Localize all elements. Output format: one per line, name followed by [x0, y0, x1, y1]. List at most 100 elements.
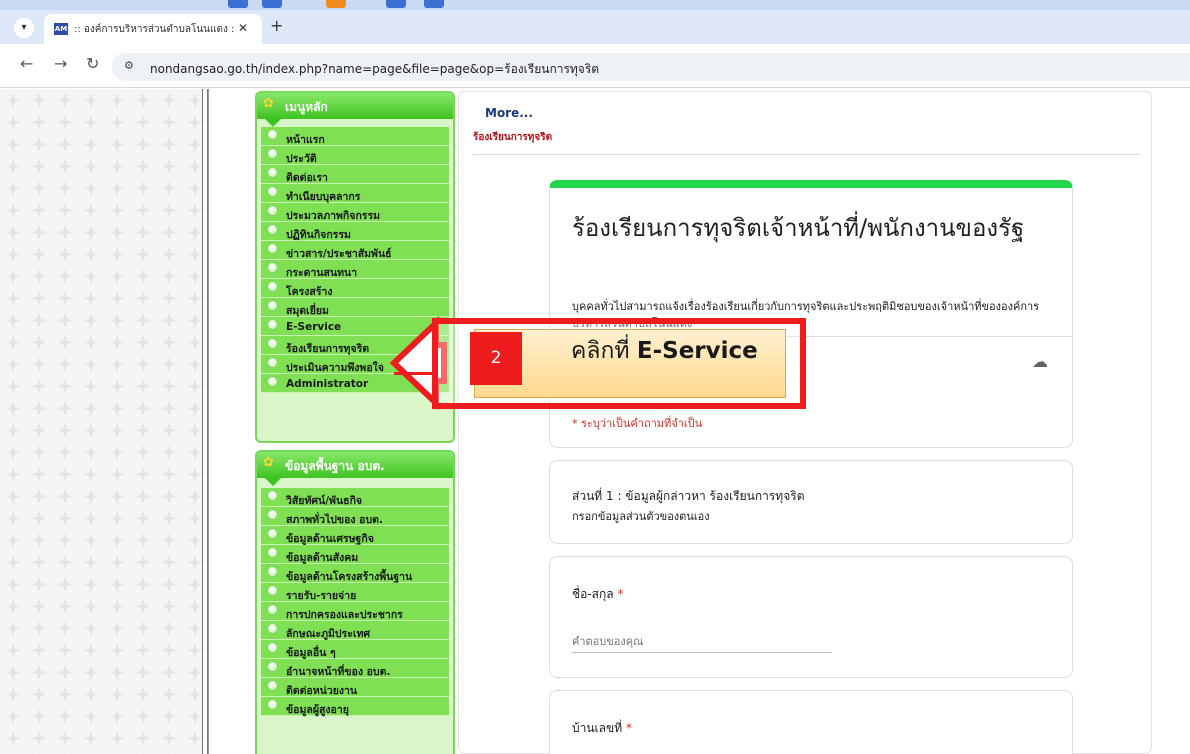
address-bar: ← → ↻ ⚙ nondangsao.go.th/index.php?name=…	[0, 44, 1190, 88]
menu-item[interactable]: ลักษณะภูมิประเทศ	[261, 621, 449, 640]
bullet-icon	[267, 585, 278, 596]
bullet-icon	[267, 167, 278, 178]
bullet-icon	[267, 319, 278, 330]
menu-item[interactable]: ประวัติ	[261, 146, 449, 165]
question-text: ชื่อ-สกุล	[572, 587, 614, 601]
web-page: ✿ เมนูหลัก หน้าแรก ประวัติ ติดต่อเรา ทำเนีย…	[0, 89, 1190, 754]
section-title: ส่วนที่ 1 : ข้อมูลผู้กล่าวหา ร้องเรียนกา…	[572, 489, 805, 503]
menu-item[interactable]: โครงสร้าง	[261, 279, 449, 298]
menu-item[interactable]: อำนาจหน้าที่ของ อบต.	[261, 659, 449, 678]
menu-item[interactable]: ข้อมูลอื่น ๆ	[261, 640, 449, 659]
question-text: บ้านเลขที่	[572, 721, 623, 735]
info-menu-title: ข้อมูลพื้นฐาน อบต.	[285, 459, 385, 473]
menu-item-label: Administrator	[286, 378, 369, 390]
bullet-icon	[267, 509, 278, 520]
section-card: ส่วนที่ 1 : ข้อมูลผู้กล่าวหา ร้องเรียนกา…	[549, 460, 1073, 544]
bookmark-icon	[386, 0, 406, 8]
leaf-icon: ✿	[263, 455, 274, 470]
tab-list-icon[interactable]: ▾	[14, 18, 34, 38]
bookmark-icon	[228, 0, 248, 8]
step-number-badge: 2	[470, 332, 522, 385]
name-input[interactable]	[572, 631, 832, 653]
bullet-icon	[267, 623, 278, 634]
menu-item[interactable]: รายรับ-รายจ่าย	[261, 583, 449, 602]
menu-item-label: E-Service	[286, 321, 342, 333]
question-label: ชื่อ-สกุล *	[572, 585, 623, 604]
bullet-icon	[267, 528, 278, 539]
menu-item[interactable]: ข้อมูลผู้สูงอายุ	[261, 697, 449, 716]
menu-item[interactable]: ทำเนียบบุคลากร	[261, 184, 449, 203]
bullet-icon	[267, 262, 278, 273]
site-info-icon[interactable]: ⚙	[124, 59, 134, 72]
background-pattern	[0, 89, 202, 754]
bullet-icon	[267, 243, 278, 254]
info-menu-list: วิสัยทัศน์/พันธกิจ สภาพทั่วไปของ อบต. ข้อม…	[257, 478, 453, 720]
leaf-icon: ✿	[263, 96, 274, 111]
bookmark-icon	[326, 0, 346, 8]
new-tab-icon[interactable]: +	[270, 18, 283, 34]
url-field[interactable]: ⚙ nondangsao.go.th/index.php?name=page&f…	[112, 53, 1190, 81]
bookmark-icon	[262, 0, 282, 8]
required-note: * ระบุว่าเป็นคำถามที่จำเป็น	[572, 417, 703, 430]
bullet-icon	[267, 148, 278, 159]
menu-item[interactable]: ปฏิทินกิจกรรม	[261, 222, 449, 241]
menu-item[interactable]: ข่าวสาร/ประชาสัมพันธ์	[261, 241, 449, 260]
main-menu-header: ✿ เมนูหลัก	[257, 93, 453, 119]
question-card-house-number: บ้านเลขที่ *	[549, 690, 1073, 754]
main-menu-title: เมนูหลัก	[285, 100, 328, 114]
required-star: *	[617, 587, 624, 601]
bullet-icon	[267, 680, 278, 691]
menu-item[interactable]: ประมวลภาพกิจกรรม	[261, 203, 449, 222]
question-label: บ้านเลขที่ *	[572, 719, 632, 738]
forward-icon[interactable]: →	[54, 56, 67, 72]
menu-notch	[265, 119, 281, 127]
annotation-target: E-Service	[636, 338, 758, 364]
section-subtitle: กรอกข้อมูลส่วนตัวของตนเอง	[572, 510, 710, 523]
close-icon[interactable]: ✕	[238, 21, 248, 35]
menu-item[interactable]: ข้อมูลด้านเศรษฐกิจ	[261, 526, 449, 545]
menu-item[interactable]: ข้อมูลด้านสังคม	[261, 545, 449, 564]
bullet-icon	[267, 205, 278, 216]
back-icon[interactable]: ←	[20, 56, 33, 72]
menu-item[interactable]: หน้าแรก	[261, 127, 449, 146]
bullet-icon	[267, 661, 278, 672]
favicon-icon: AM	[54, 23, 68, 35]
bullet-icon	[267, 490, 278, 501]
browser-tab[interactable]: AM :: องค์การบริหารส่วนตำบลโนนแดง :: ✕	[44, 14, 262, 44]
bullet-icon	[267, 357, 278, 368]
url-text: nondangsao.go.th/index.php?name=page&fil…	[150, 62, 600, 76]
page-border	[208, 89, 212, 754]
menu-item[interactable]: ติดต่อเรา	[261, 165, 449, 184]
bullet-icon	[267, 338, 278, 349]
bullet-icon	[267, 699, 278, 710]
bullet-icon	[267, 642, 278, 653]
window-top-strip	[0, 0, 1190, 10]
bullet-icon	[267, 604, 278, 615]
menu-item[interactable]: การปกครองและประชากร	[261, 602, 449, 621]
content-panel: More... ร้องเรียนการทุจริต ร้องเรียนการท…	[458, 91, 1152, 754]
reload-icon[interactable]: ↻	[86, 56, 99, 72]
bullet-icon	[267, 566, 278, 577]
more-link[interactable]: More...	[485, 106, 533, 120]
menu-item[interactable]: สภาพทั่วไปของ อบต.	[261, 507, 449, 526]
bookmark-icon	[424, 0, 444, 8]
bullet-icon	[267, 376, 278, 387]
divider	[473, 154, 1139, 155]
form-title: ร้องเรียนการทุจริตเจ้าหน้าที่/พนักงานของ…	[572, 214, 1025, 242]
bullet-icon	[267, 300, 278, 311]
cloud-save-icon[interactable]: ☁	[1032, 352, 1048, 371]
menu-item[interactable]: วิสัยทัศน์/พันธกิจ	[261, 488, 449, 507]
menu-item[interactable]: กระดานสนทนา	[261, 260, 449, 279]
bullet-icon	[267, 224, 278, 235]
menu-item-label: ข้อมูลผู้สูงอายุ	[286, 704, 349, 716]
menu-item[interactable]: ติดต่อหน่วยงาน	[261, 678, 449, 697]
menu-item[interactable]: ข้อมูลด้านโครงสร้างพื้นฐาน	[261, 564, 449, 583]
required-star: *	[625, 721, 632, 735]
annotation-underline	[394, 372, 436, 375]
menu-notch	[265, 478, 281, 486]
tab-title: :: องค์การบริหารส่วนตำบลโนนแดง ::	[74, 24, 234, 35]
breadcrumb: ร้องเรียนการทุจริต	[473, 132, 553, 143]
info-menu-header: ✿ ข้อมูลพื้นฐาน อบต.	[257, 452, 453, 478]
bullet-icon	[267, 129, 278, 140]
bullet-icon	[267, 186, 278, 197]
